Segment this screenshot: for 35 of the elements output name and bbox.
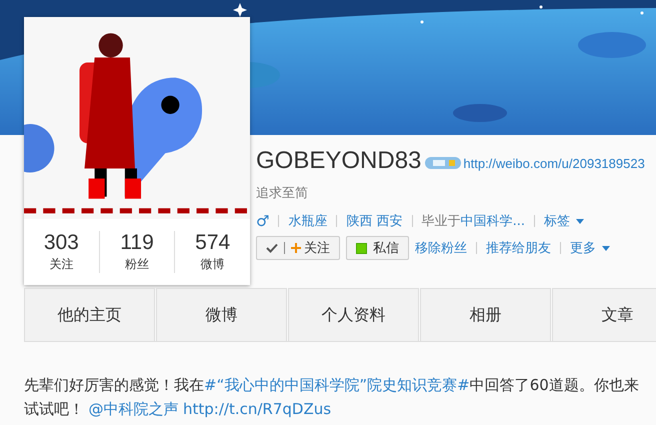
- avatar-drawing[interactable]: [24, 17, 250, 219]
- stat-count[interactable]: 303: [44, 231, 79, 255]
- nav-tab[interactable]: 相册: [420, 288, 551, 341]
- level-badge-icon: [425, 157, 462, 169]
- post-link[interactable]: #“我心中的中国科学院”院史知识竞赛#: [204, 376, 470, 394]
- nav-tab[interactable]: 他的主页: [24, 288, 155, 341]
- stat-label[interactable]: 粉丝: [125, 255, 149, 273]
- gender-symbol: ♂: [256, 212, 270, 230]
- follow-button[interactable]: 关注: [256, 236, 340, 260]
- bio-text: 追求至简: [256, 185, 309, 202]
- post-link[interactable]: http://t.cn/R7qDZus: [183, 400, 332, 418]
- post-text: 先辈们好厉害的感觉！我在#“我心中的中国科学院”院史知识竞赛#中回答了60道题。你也来试试吧！ @中科院之声 http://t.cn/R7qDZus: [24, 375, 640, 420]
- profile-link[interactable]: http://weibo.com/u/2093189523: [463, 156, 645, 170]
- nav-tab[interactable]: 文章: [552, 288, 656, 341]
- tags-dropdown[interactable]: 标签: [544, 212, 584, 230]
- nav-tab[interactable]: 微博: [156, 288, 287, 341]
- more-dropdown[interactable]: 更多: [570, 239, 610, 257]
- action-link[interactable]: 移除粉丝: [415, 239, 467, 257]
- action-link[interactable]: 推荐给朋友: [486, 239, 551, 257]
- caret-icon: [576, 218, 584, 224]
- message-button[interactable]: 私信: [346, 236, 409, 260]
- education-label: 毕业于: [422, 213, 461, 230]
- nav-tab[interactable]: 个人资料: [288, 288, 419, 341]
- plus-icon: [291, 243, 301, 253]
- square-icon: [356, 242, 367, 254]
- info-link[interactable]: 陕西 西安: [346, 212, 403, 230]
- caret-icon: [602, 246, 610, 250]
- stat-label[interactable]: 关注: [49, 255, 74, 273]
- info-link[interactable]: 水瓶座: [288, 212, 328, 230]
- post-link[interactable]: @中科院之声: [88, 400, 178, 418]
- school-link[interactable]: 中国科学...: [460, 212, 525, 230]
- stat-label[interactable]: 微博: [200, 255, 225, 273]
- stat-count[interactable]: 574: [195, 231, 230, 255]
- stat-count[interactable]: 119: [120, 231, 154, 255]
- user-name: GOBEYOND83: [256, 147, 422, 175]
